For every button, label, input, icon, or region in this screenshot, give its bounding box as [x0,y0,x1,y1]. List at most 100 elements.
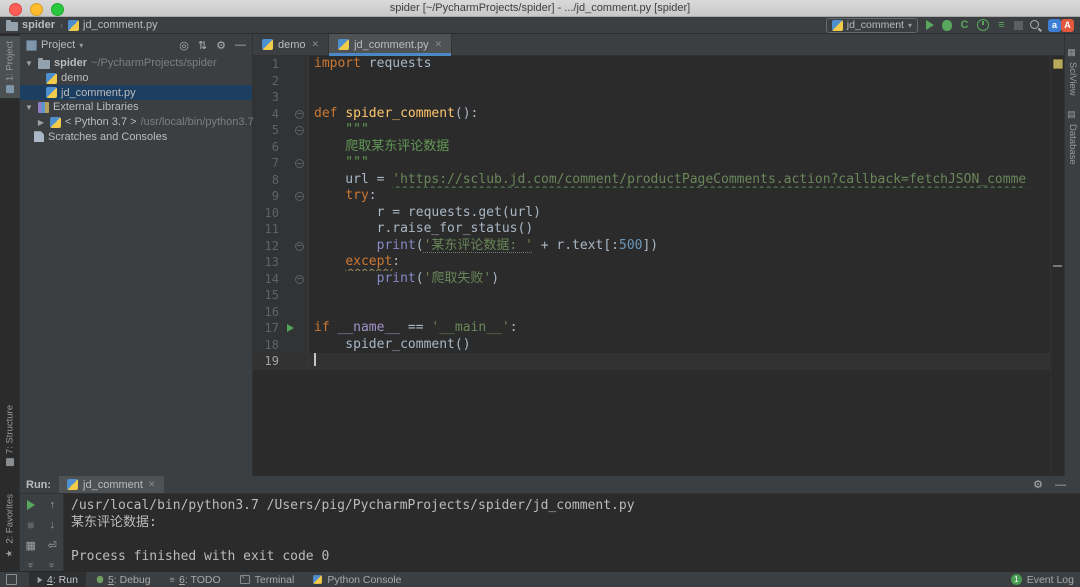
code-token: : [369,188,377,203]
locate-icon[interactable]: ◎ [179,39,189,52]
tree-item-scratches-and-consoles[interactable]: Scratches and Consoles [20,129,252,144]
statusbar-item--run[interactable]: 4: Run [29,572,86,587]
settings-gear-icon[interactable]: ⚙ [1033,478,1043,491]
tree-item--python-3-7-[interactable]: ▶< Python 3.7 > /usr/local/bin/python3.7 [20,115,252,130]
stop-icon[interactable] [1010,18,1027,33]
breadcrumb-label: spider [22,19,55,31]
code-line[interactable]: 15 [253,287,1050,304]
tree-item-spider[interactable]: ▼spider ~/PycharmProjects/spider [20,56,252,71]
breadcrumb: spider›jd_comment.py [6,19,158,31]
code-line[interactable]: 3 [253,89,1050,106]
rerun-icon[interactable] [27,499,35,511]
translate-blue-icon[interactable]: a [1048,19,1061,32]
code-token: ) [491,271,499,286]
close-icon[interactable]: ✕ [312,39,320,50]
hide-icon[interactable]: — [235,39,246,51]
coverage-icon[interactable]: C [956,18,973,33]
tool-stripe-item-database[interactable]: ▤Database [1067,110,1078,165]
statusbar-item-python-console[interactable]: Python Console [304,572,409,587]
code-token: 500 [619,238,642,253]
breadcrumb-item[interactable]: jd_comment.py [68,19,158,31]
editor-tab-jd-comment-py[interactable]: jd_comment.py✕ [329,34,452,55]
stop-icon[interactable]: ■ [27,519,34,531]
statusbar-item--debug[interactable]: 5: Debug [88,572,159,587]
editor-tab-demo[interactable]: demo✕ [253,34,329,55]
code-line[interactable]: 11 r.raise_for_status() [253,221,1050,238]
fold-icon[interactable] [295,126,304,135]
tool-windows-quick-access-icon[interactable] [6,574,17,585]
fold-icon[interactable] [295,192,304,201]
code-line[interactable]: 9 try: [253,188,1050,205]
code-line[interactable]: 10 r = requests.get(url) [253,205,1050,222]
inspection-indicator-icon[interactable] [1053,59,1063,69]
code-token: requests [361,56,431,71]
editor-tab-bar: demo✕jd_comment.py✕ [253,34,1064,56]
hide-chevrons-icon[interactable]: » [25,562,37,568]
close-icon[interactable]: ✕ [148,479,156,490]
fold-icon[interactable] [295,242,304,251]
tree-item-demo[interactable]: demo [20,71,252,86]
tool-stripe-item-favorites[interactable]: ★2: Favorites [0,489,20,563]
code-line[interactable]: 14 print('爬取失败') [253,271,1050,288]
code-line[interactable]: 6 爬取某东评论数据 [253,139,1050,156]
project-icon [26,40,37,51]
chevron-right-icon[interactable]: ▶ [36,118,46,127]
tree-item-external-libraries[interactable]: ▼External Libraries [20,100,252,115]
code-line[interactable]: 12 print('某东评论数据: ' + r.text[:500]) [253,238,1050,255]
translate-red-icon[interactable]: A [1061,19,1074,32]
code-token: '__main__' [431,320,509,335]
soft-wrap-icon[interactable]: ⏎ [48,539,57,551]
code-line[interactable]: 2 [253,73,1050,90]
search-icon[interactable] [1027,18,1044,33]
code-line[interactable]: 17if __name__ == '__main__': [253,320,1050,337]
code-line[interactable]: 1import requests [253,56,1050,73]
close-icon[interactable]: ✕ [435,39,443,50]
code-editor[interactable]: 1import requests234def spider_comment():… [253,56,1050,476]
run-console-output[interactable]: /usr/local/bin/python3.7 /Users/pig/Pych… [64,494,1080,571]
run-tab[interactable]: jd_comment ✕ [59,476,163,493]
up-icon[interactable]: ↑ [50,499,56,511]
chevron-down-icon[interactable]: ▼ [24,103,34,112]
project-view-selector[interactable]: Project ▾ [26,39,83,51]
statusbar-item--todo[interactable]: ≡6: TODO [161,572,229,587]
hide-panel-icon[interactable]: — [1055,479,1066,491]
fold-icon[interactable] [295,275,304,284]
pyfile-icon [313,575,322,584]
run-icon[interactable] [921,18,938,33]
line-number: 16 [253,304,279,321]
chevron-down-icon[interactable]: ▼ [24,59,34,68]
statusbar-item-terminal[interactable]: Terminal [231,572,303,587]
code-line[interactable]: 19 [253,353,1050,370]
down-icon[interactable]: ↓ [50,519,56,531]
editor-scrollbar[interactable] [1050,56,1064,476]
tool-stripe-item-project[interactable]: 1: Project [0,36,20,98]
fold-icon[interactable] [295,110,304,119]
breadcrumb-item[interactable]: spider [6,19,55,31]
tool-stripe-item-sciview[interactable]: ▦SciView [1067,48,1078,96]
tool-stripe-item-structure[interactable]: 7: Structure [0,400,20,471]
fold-icon[interactable] [295,159,304,168]
run-config-select[interactable]: jd_comment ▾ [826,18,918,33]
code-line[interactable]: 16 [253,304,1050,321]
line-number: 7 [253,155,279,172]
code-token: def [314,106,345,121]
code-line[interactable]: 18 spider_comment() [253,337,1050,354]
collapse-icon[interactable]: ⇅ [198,39,207,52]
debug-bug-icon[interactable] [942,20,952,31]
run-list-icon[interactable]: ≡ [993,18,1010,33]
run-config-label: jd_comment [847,19,904,31]
code-line[interactable]: 7 """ [253,155,1050,172]
run-line-icon[interactable] [287,324,294,332]
line-number: 17 [253,320,279,337]
settings-gear-icon[interactable]: ⚙ [216,39,226,52]
hide-chevrons-icon[interactable]: » [46,562,58,568]
code-line[interactable]: 13 except: [253,254,1050,271]
event-log-widget[interactable]: 1 Event Log [1011,574,1074,586]
code-line[interactable]: 8 url = 'https://sclub.jd.com/comment/pr… [253,172,1050,189]
code-token: + r.text[: [533,238,619,253]
code-line[interactable]: 4def spider_comment(): [253,106,1050,123]
code-line[interactable]: 5 """ [253,122,1050,139]
tree-item-jd-comment-py[interactable]: jd_comment.py [20,85,252,100]
layout-icon[interactable]: ▦ [26,539,36,551]
profiler-icon[interactable] [977,19,989,31]
